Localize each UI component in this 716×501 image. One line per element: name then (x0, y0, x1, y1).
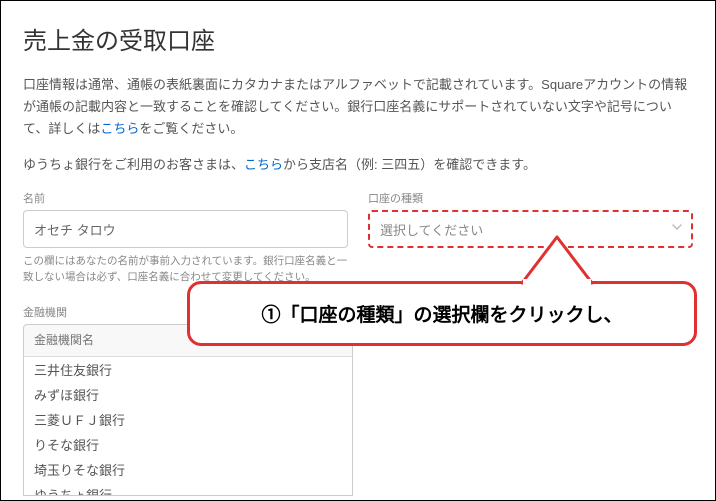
bank-option[interactable]: 三菱ＵＦＪ銀行 (24, 407, 352, 432)
info-text-1b: をご覧ください。 (139, 121, 243, 136)
info-paragraph-2: ゆうちょ銀行をご利用のお客さまは、こちらから支店名（例: 三四五）を確認できます… (23, 154, 693, 176)
bank-option[interactable]: 三井住友銀行 (24, 357, 352, 382)
info-link-1[interactable]: こちら (100, 121, 139, 136)
bank-option[interactable]: 埼玉りそな銀行 (24, 457, 352, 482)
callout-pointer-icon (517, 235, 597, 285)
annotation-text: ①「口座の種類」の選択欄をクリックし、 (187, 281, 697, 346)
bank-list: 三井住友銀行 みずほ銀行 三菱ＵＦＪ銀行 りそな銀行 埼玉りそな銀行 ゆうちょ銀… (23, 356, 353, 496)
info-text-2a: ゆうちょ銀行をご利用のお客さまは、 (23, 157, 244, 172)
account-type-label: 口座の種類 (368, 190, 693, 206)
name-input[interactable] (23, 210, 348, 248)
info-paragraph-1: 口座情報は通常、通帳の表紙裏面にカタカナまたはアルファベットで記載されています。… (23, 74, 693, 140)
bank-option[interactable]: みずほ銀行 (24, 382, 352, 407)
bank-option[interactable]: りそな銀行 (24, 432, 352, 457)
page-title: 売上金の受取口座 (23, 21, 693, 56)
name-label: 名前 (23, 190, 348, 206)
info-link-2[interactable]: こちら (244, 157, 283, 172)
info-text-2b: から支店名（例: 三四五）を確認できます。 (283, 157, 536, 172)
bank-option[interactable]: ゆうちょ銀行 (24, 482, 352, 496)
chevron-down-icon (671, 220, 683, 238)
account-type-placeholder: 選択してください (380, 220, 483, 239)
annotation-callout: ①「口座の種類」の選択欄をクリックし、 (187, 281, 697, 346)
